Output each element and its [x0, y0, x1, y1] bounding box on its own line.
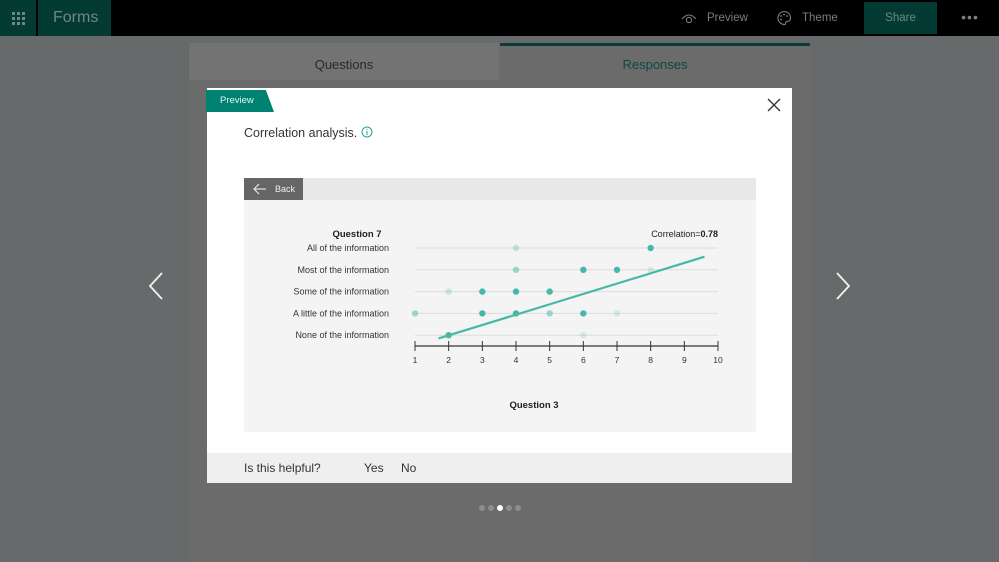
pager-dot[interactable]: [488, 505, 494, 511]
app-launcher-button[interactable]: [0, 0, 36, 36]
data-point: [613, 266, 621, 273]
x-tick-label: 9: [682, 355, 687, 365]
data-point: [512, 266, 520, 273]
x-axis-label: Question 3: [509, 400, 558, 411]
pager-dot[interactable]: [506, 505, 512, 511]
waffle-icon: [11, 11, 25, 25]
pager-dots: [479, 505, 521, 511]
data-point: [647, 244, 654, 252]
share-button[interactable]: Share: [864, 2, 937, 34]
top-bar: Forms Preview Theme Share •••: [0, 0, 999, 36]
theme-label: Theme: [802, 12, 838, 24]
tab-questions[interactable]: Questions: [189, 43, 499, 80]
y-tick-label: Most of the information: [297, 265, 389, 275]
preview-label: Preview: [707, 12, 748, 24]
y-tick-label: Some of the information: [293, 287, 389, 297]
pager-dot[interactable]: [497, 505, 503, 511]
preview-button[interactable]: Preview: [681, 0, 748, 36]
chart-card-header: Back: [244, 178, 756, 200]
data-point: [445, 288, 452, 295]
next-arrow-icon[interactable]: [828, 268, 858, 304]
theme-button[interactable]: Theme: [776, 0, 838, 36]
data-point: [580, 310, 587, 317]
data-point: [512, 244, 520, 252]
modal-title: Correlation analysis.: [244, 126, 358, 140]
feedback-no-button[interactable]: No: [401, 461, 416, 475]
close-icon[interactable]: [766, 97, 782, 113]
x-tick-label: 2: [446, 355, 451, 365]
preview-tag: Preview: [206, 90, 274, 112]
eye-icon: [681, 14, 697, 24]
previous-arrow-icon[interactable]: [141, 268, 171, 304]
x-tick-label: 5: [547, 355, 552, 365]
pager-dot[interactable]: [515, 505, 521, 511]
correlation-value: 0.78: [700, 229, 718, 239]
chart-title: Question 7: [332, 229, 381, 240]
chart-card: Back All of the information Most of the i…: [244, 178, 756, 432]
data-point: [512, 288, 520, 295]
y-tick-label: A little of the information: [293, 308, 389, 318]
back-button[interactable]: Back: [244, 178, 303, 200]
info-icon[interactable]: [361, 126, 373, 138]
more-options-button[interactable]: •••: [955, 0, 985, 36]
x-tick-label: 4: [514, 355, 519, 365]
x-tick-label: 1: [413, 355, 418, 365]
feedback-question: Is this helpful?: [244, 461, 321, 475]
back-arrow-icon: [253, 183, 266, 195]
trend-line: [438, 255, 705, 340]
data-point: [479, 288, 486, 295]
x-tick-label: 8: [648, 355, 653, 365]
x-tick-label: 6: [581, 355, 586, 365]
feedback-yes-button[interactable]: Yes: [364, 461, 384, 475]
data-point: [411, 310, 419, 317]
data-point: [580, 332, 587, 339]
data-point: [479, 310, 486, 317]
x-tick-label: 10: [713, 355, 723, 365]
pager-dot[interactable]: [479, 505, 485, 511]
correlation-chart: All of the information Most of the inform…: [293, 229, 723, 411]
y-tick-label: None of the information: [295, 330, 389, 340]
insight-modal: Preview Correlation analysis. Back All o…: [206, 88, 792, 483]
y-tick-label: All of the information: [307, 243, 389, 253]
correlation-annotation: Correlation=0.78: [651, 229, 718, 239]
app-name[interactable]: Forms: [38, 0, 111, 36]
x-tick-label: 7: [615, 355, 620, 365]
data-point: [613, 310, 621, 317]
palette-icon: [777, 10, 792, 26]
x-tick-label: 3: [480, 355, 485, 365]
back-label: Back: [275, 184, 296, 194]
data-point: [580, 266, 587, 273]
data-point: [546, 310, 553, 317]
tab-responses[interactable]: Responses: [500, 43, 810, 80]
data-point: [546, 288, 553, 295]
feedback-bar: Is this helpful? Yes No: [207, 453, 792, 483]
correlation-prefix: Correlation=: [651, 229, 700, 239]
